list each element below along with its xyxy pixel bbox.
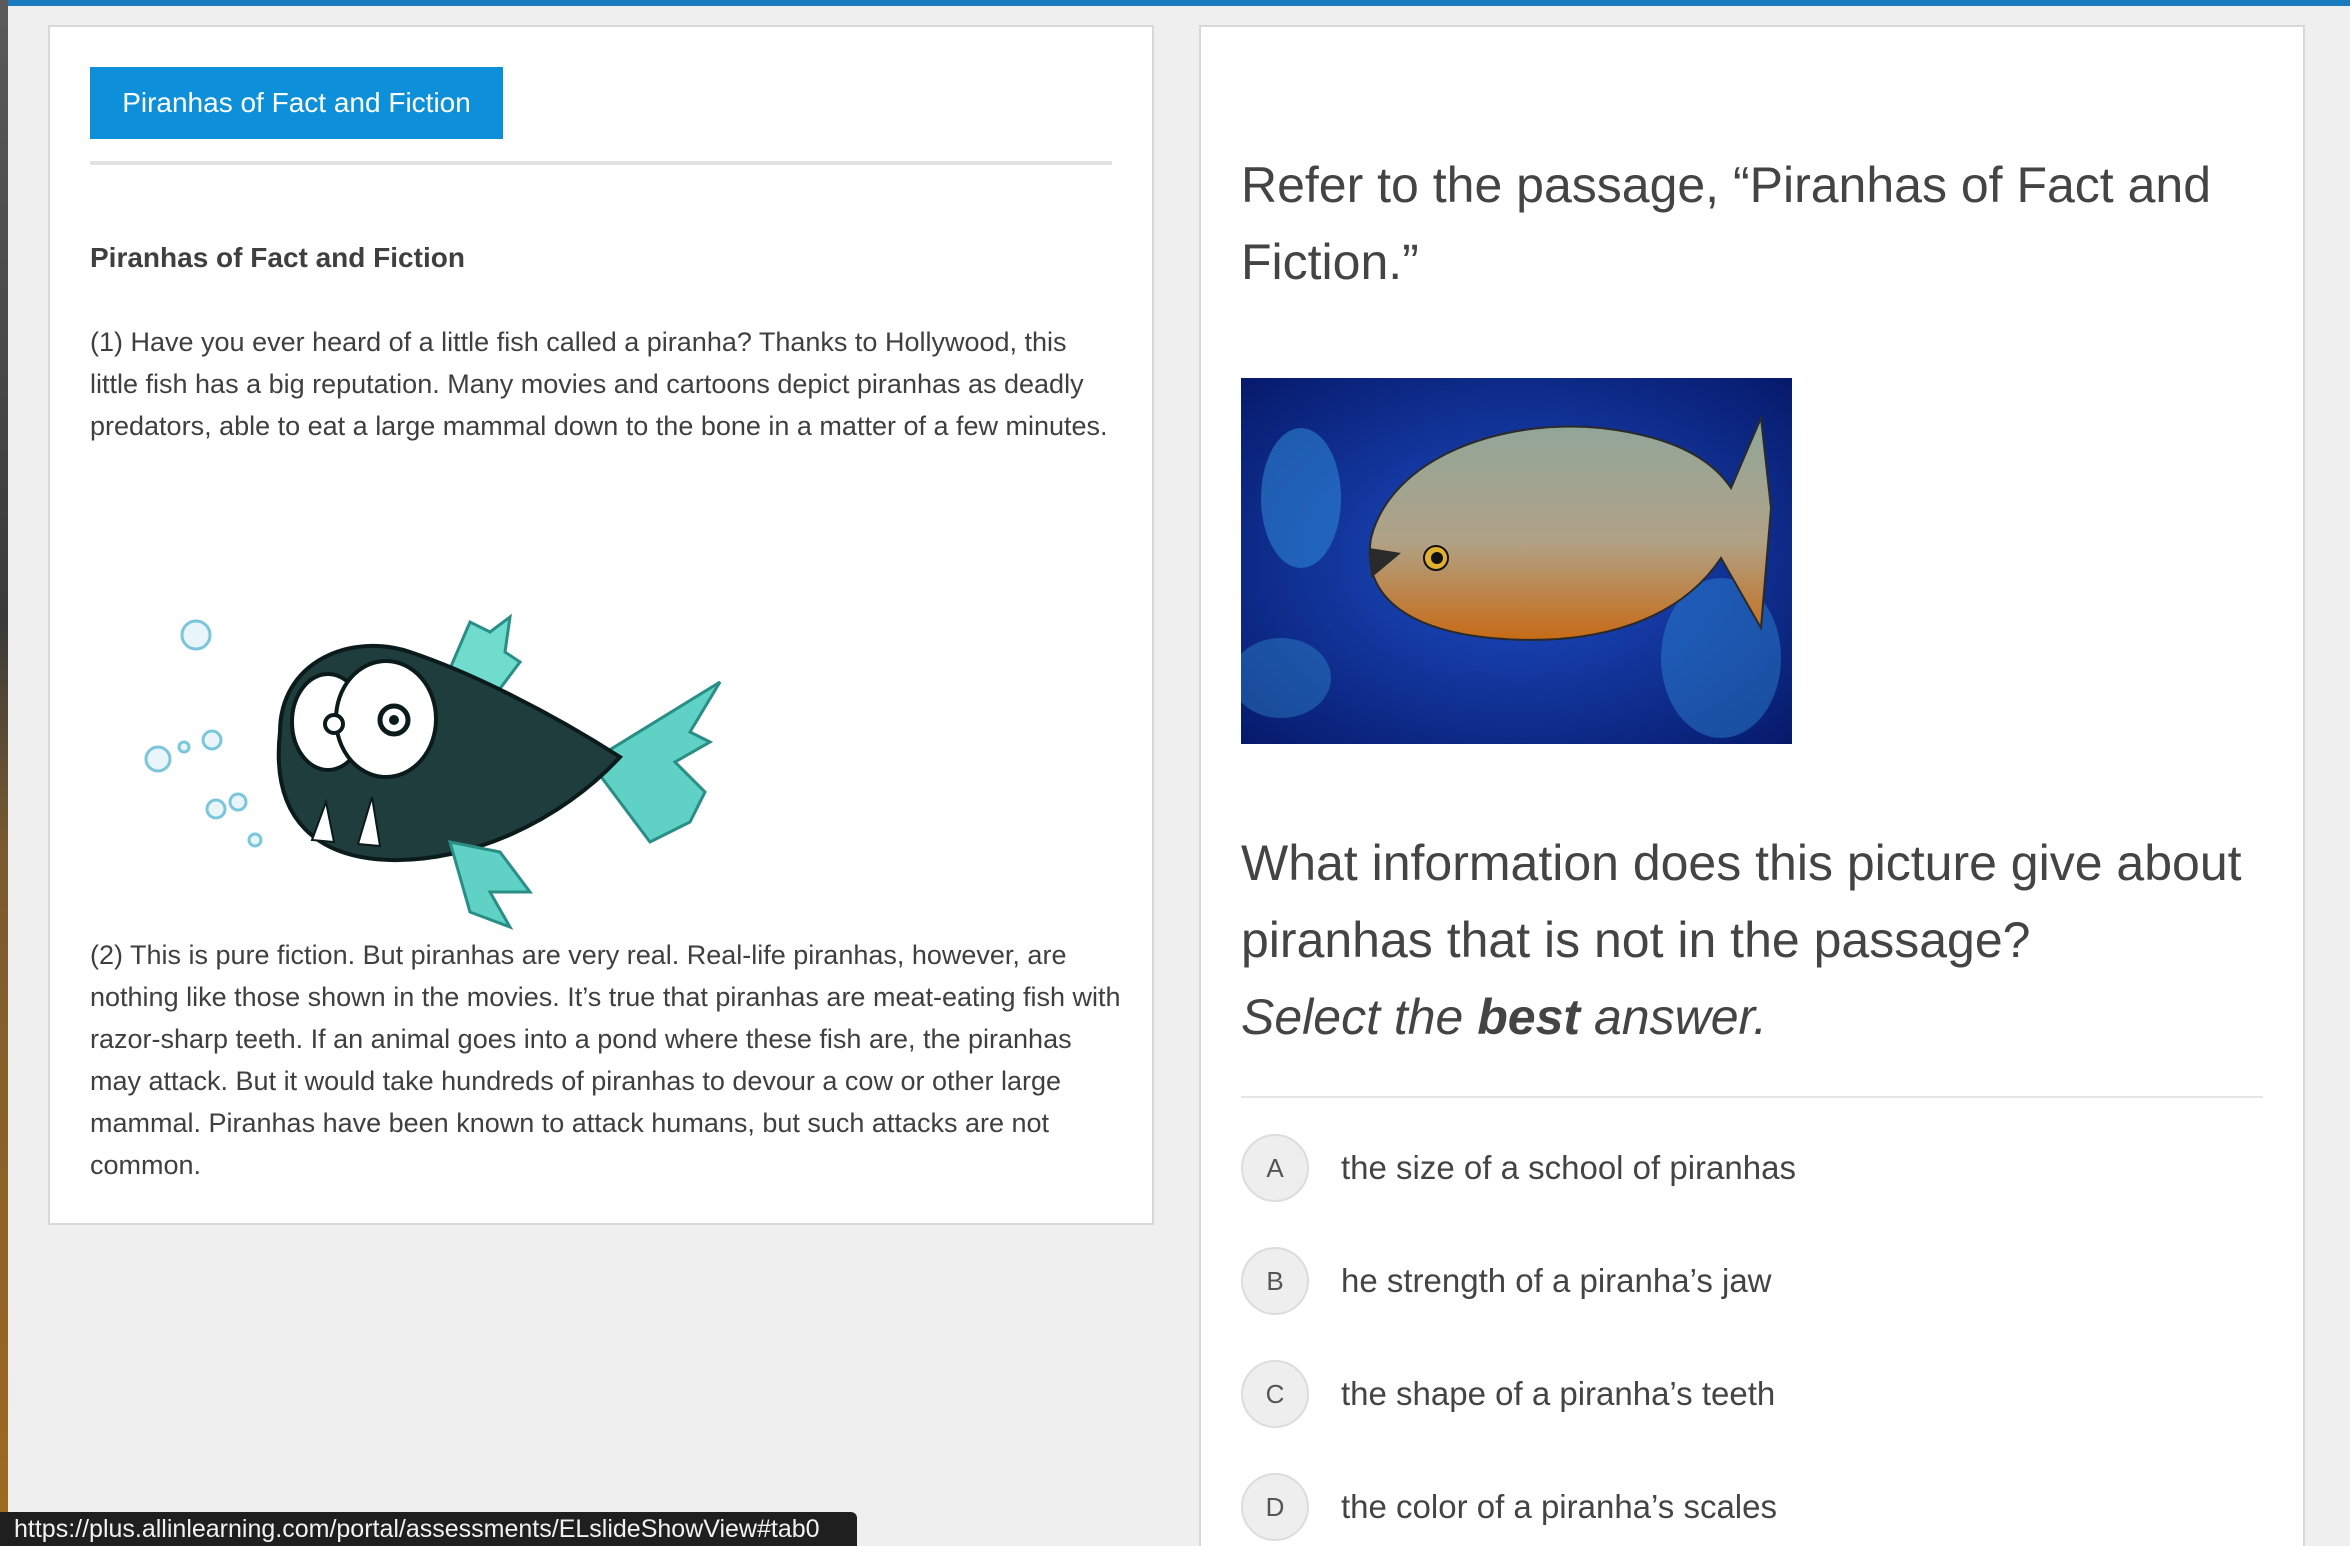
choice-text[interactable]: the size of a school of piranhas: [1341, 1149, 1796, 1187]
passage-panel: Piranhas of Fact and Fiction Piranhas of…: [48, 25, 1154, 1225]
question-stem-text: What information does this picture give …: [1241, 835, 2242, 968]
question-panel: Refer to the passage, “Piranhas of Fact …: [1199, 25, 2305, 1546]
question-stem: What information does this picture give …: [1241, 825, 2261, 1056]
answer-choice-b[interactable]: B he strength of a piranha’s jaw: [1241, 1246, 2241, 1316]
passage-title: Piranhas of Fact and Fiction: [90, 242, 465, 273]
answer-choice-d[interactable]: D the color of a piranha’s scales: [1241, 1472, 2241, 1542]
divider: [1241, 1096, 2263, 1098]
answer-choice-a[interactable]: A the size of a school of piranhas: [1241, 1133, 2241, 1203]
passage-tab-bar: Piranhas of Fact and Fiction: [90, 67, 1112, 165]
passage-paragraph-1: (1) Have you ever heard of a little fish…: [90, 327, 1108, 441]
tab-passage[interactable]: Piranhas of Fact and Fiction: [90, 67, 503, 139]
question-prompt: Refer to the passage, “Piranhas of Fact …: [1241, 157, 2211, 290]
choice-text[interactable]: the shape of a piranha’s teeth: [1341, 1375, 1775, 1413]
choice-letter-badge[interactable]: C: [1241, 1360, 1309, 1428]
top-accent-bar: [0, 0, 2350, 6]
window-edge: [0, 0, 8, 1546]
choice-letter-badge[interactable]: B: [1241, 1247, 1309, 1315]
choice-letter-badge[interactable]: A: [1241, 1134, 1309, 1202]
answer-choice-c[interactable]: C the shape of a piranha’s teeth: [1241, 1359, 2241, 1429]
cartoon-piranha-illustration: [144, 613, 722, 930]
link-status-bar: https://plus.allinlearning.com/portal/as…: [0, 1512, 857, 1546]
question-instruction: Select the best answer.: [1241, 989, 1768, 1045]
choice-text[interactable]: he strength of a piranha’s jaw: [1341, 1262, 1772, 1300]
passage-body: Piranhas of Fact and Fiction (1) Have yo…: [90, 237, 1120, 447]
piranha-photo: [1241, 378, 1792, 744]
choice-text[interactable]: the color of a piranha’s scales: [1341, 1488, 1777, 1526]
choice-letter-badge[interactable]: D: [1241, 1473, 1309, 1541]
passage-paragraph-2: (2) This is pure fiction. But piranhas a…: [90, 940, 1121, 1180]
instruction-emphasis: best: [1477, 989, 1581, 1045]
